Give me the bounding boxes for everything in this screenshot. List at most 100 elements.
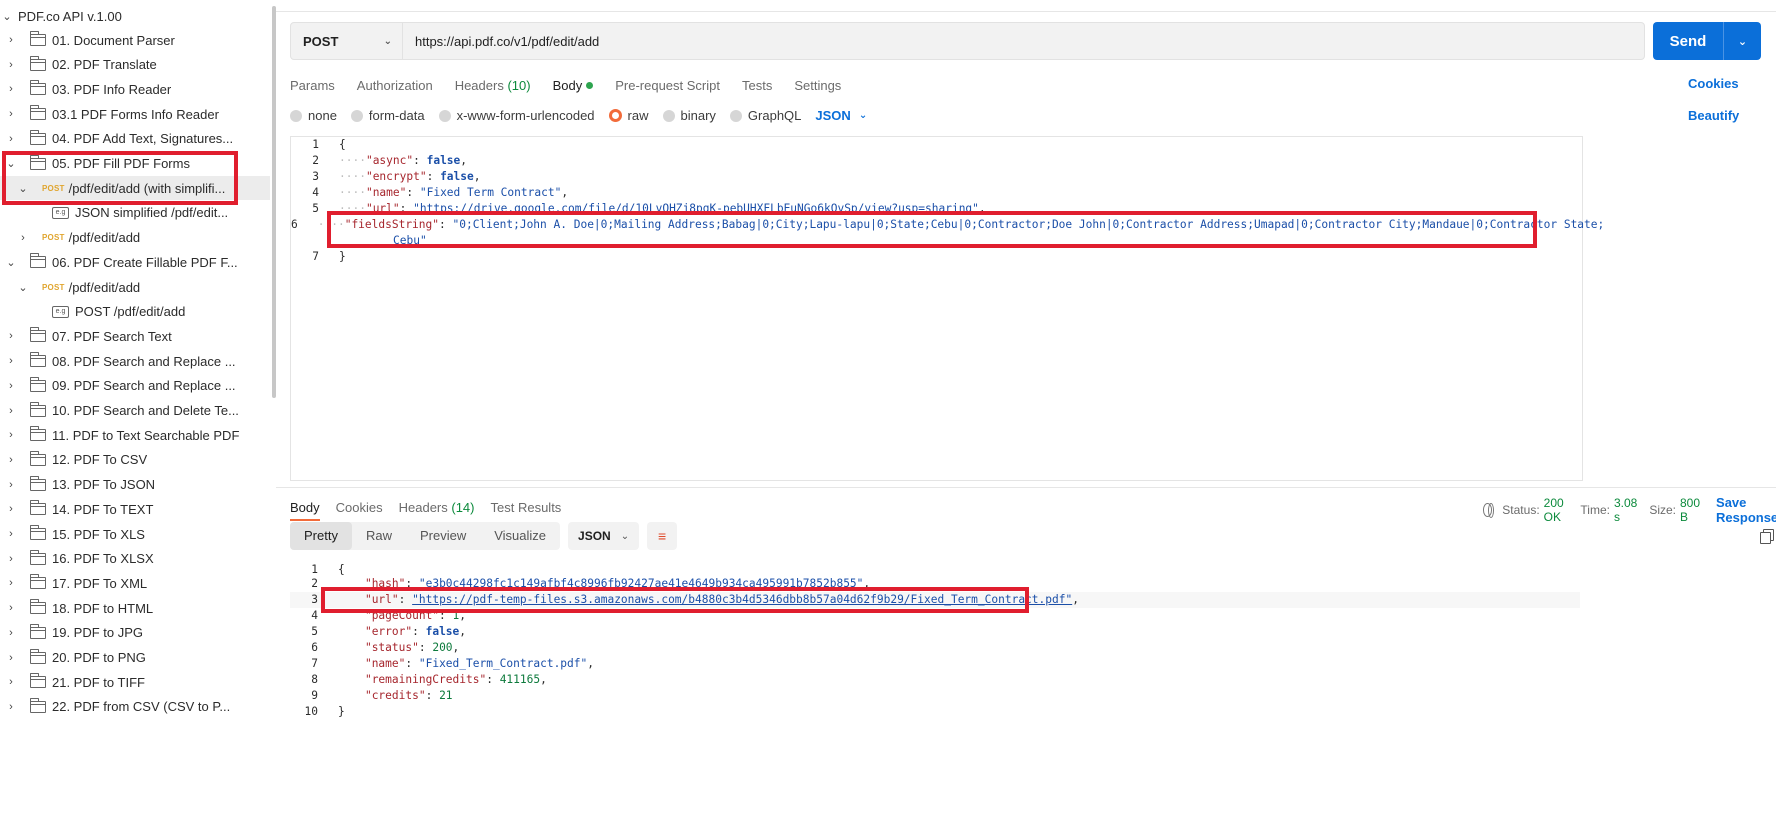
sidebar-folder[interactable]: › 10. PDF Search and Delete Te...: [0, 399, 270, 423]
sidebar-folder[interactable]: › 02. PDF Translate: [0, 53, 270, 77]
tab-params[interactable]: Params: [290, 78, 335, 93]
sidebar-request[interactable]: ⌄ POST/pdf/edit/add: [0, 275, 270, 299]
chevron-right-icon[interactable]: ›: [4, 429, 18, 441]
sidebar-folder[interactable]: › 19. PDF to JPG: [0, 621, 270, 645]
response-format-select[interactable]: JSON ⌄: [568, 522, 640, 550]
chevron-right-icon[interactable]: ›: [4, 108, 18, 120]
json-key: "encrypt": [365, 170, 427, 183]
body-type-urlencoded[interactable]: x-www-form-urlencoded: [438, 108, 595, 123]
tab-headers[interactable]: Headers (10): [455, 78, 531, 93]
sidebar-folder[interactable]: › 18. PDF to HTML: [0, 596, 270, 620]
chevron-right-icon[interactable]: ›: [4, 34, 18, 46]
body-type-graphql[interactable]: GraphQL: [729, 108, 801, 123]
view-raw[interactable]: Raw: [352, 522, 406, 550]
chevron-right-icon[interactable]: ›: [4, 83, 18, 95]
sidebar-folder[interactable]: › 15. PDF To XLS: [0, 522, 270, 546]
sidebar-folder[interactable]: › 08. PDF Search and Replace ...: [0, 349, 270, 373]
sidebar-folder[interactable]: › 21. PDF to TIFF: [0, 670, 270, 694]
sidebar-folder[interactable]: › 13. PDF To JSON: [0, 473, 270, 497]
sidebar-example[interactable]: e.g POST /pdf/edit/add: [0, 300, 270, 324]
chevron-right-icon[interactable]: ›: [4, 652, 18, 664]
sidebar-folder[interactable]: › 03.1 PDF Forms Info Reader: [0, 102, 270, 126]
status-value[interactable]: 200 OK: [1544, 496, 1569, 524]
sidebar-request[interactable]: › POST/pdf/edit/add: [0, 226, 270, 250]
save-response-button[interactable]: Save Response⌄: [1716, 495, 1776, 525]
sidebar-folder[interactable]: › 17. PDF To XML: [0, 571, 270, 595]
sidebar-folder[interactable]: › 01. Document Parser: [0, 28, 270, 52]
body-type-raw[interactable]: raw: [608, 108, 649, 123]
chevron-right-icon[interactable]: ›: [4, 59, 18, 71]
wrap-lines-button[interactable]: ≡: [647, 522, 678, 550]
tab-authorization[interactable]: Authorization: [357, 78, 433, 93]
chevron-right-icon[interactable]: ›: [4, 503, 18, 515]
copy-icon[interactable]: [1760, 529, 1774, 544]
time-value[interactable]: 3.08 s: [1614, 496, 1637, 524]
body-format-select[interactable]: JSON ⌄: [815, 108, 867, 123]
sidebar-folder[interactable]: › 03. PDF Info Reader: [0, 77, 270, 101]
sidebar-request[interactable]: ⌄ POST/pdf/edit/add (with simplifi...: [0, 176, 270, 201]
tab-body[interactable]: Body: [553, 78, 594, 93]
chevron-right-icon[interactable]: ›: [4, 701, 18, 713]
sidebar-example[interactable]: e.g JSON simplified /pdf/edit...: [0, 201, 270, 225]
chevron-right-icon[interactable]: ›: [4, 355, 18, 367]
sidebar-folder[interactable]: › 12. PDF To CSV: [0, 448, 270, 472]
network-globe-icon[interactable]: [1483, 503, 1495, 518]
chevron-right-icon[interactable]: ›: [4, 553, 18, 565]
sidebar-folder[interactable]: › 11. PDF to Text Searchable PDF: [0, 423, 270, 447]
chevron-right-icon[interactable]: ›: [4, 133, 18, 145]
chevron-down-icon[interactable]: ⌄: [4, 256, 18, 269]
collection-root[interactable]: ⌄ PDF.co API v.1.00: [0, 4, 270, 28]
example-icon: e.g: [52, 305, 69, 318]
sidebar-folder[interactable]: › 04. PDF Add Text, Signatures...: [0, 127, 270, 151]
chevron-right-icon[interactable]: ›: [16, 232, 30, 244]
beautify-link[interactable]: Beautify: [1688, 108, 1739, 123]
chevron-down-icon[interactable]: ⌄: [16, 281, 30, 294]
sidebar-folder[interactable]: › 22. PDF from CSV (CSV to P...: [0, 695, 270, 719]
view-visualize[interactable]: Visualize: [480, 522, 560, 550]
sidebar-folder[interactable]: › 16. PDF To XLSX: [0, 547, 270, 571]
json-url-link[interactable]: "https://pdf-temp-files.s3.amazonaws.com…: [412, 593, 1072, 606]
chevron-right-icon[interactable]: ›: [4, 454, 18, 466]
url-input[interactable]: [403, 23, 1644, 59]
body-type-form-data[interactable]: form-data: [350, 108, 425, 123]
tab-tests[interactable]: Tests: [742, 78, 772, 93]
send-options-chevron-icon[interactable]: ⌄: [1724, 35, 1761, 48]
resp-tab-cookies[interactable]: Cookies: [336, 500, 383, 515]
send-button[interactable]: Send ⌄: [1653, 22, 1761, 60]
json-comma: ,: [978, 202, 986, 215]
view-pretty[interactable]: Pretty: [290, 522, 352, 550]
resp-tab-test-results[interactable]: Test Results: [491, 500, 562, 515]
cookies-link[interactable]: Cookies: [1688, 76, 1739, 91]
chevron-down-icon[interactable]: ⌄: [16, 182, 30, 195]
body-type-none[interactable]: none: [290, 108, 337, 123]
folder-icon: [30, 376, 46, 392]
chevron-right-icon[interactable]: ›: [4, 627, 18, 639]
chevron-down-icon[interactable]: ⌄: [4, 157, 18, 170]
chevron-right-icon[interactable]: ›: [4, 380, 18, 392]
sidebar-folder[interactable]: ⌄ 05. PDF Fill PDF Forms: [0, 152, 270, 176]
response-body-viewer[interactable]: 1{ 2 "hash": "e3b0c44298fc1c149afbf4c899…: [290, 562, 1580, 822]
chevron-right-icon[interactable]: ›: [4, 479, 18, 491]
tab-settings[interactable]: Settings: [794, 78, 841, 93]
pane-divider[interactable]: [276, 487, 1776, 488]
view-preview[interactable]: Preview: [406, 522, 480, 550]
size-value[interactable]: 800 B: [1680, 496, 1700, 524]
request-body-editor[interactable]: 1{ 2 ····"async": false, 3 ····"encrypt": …: [290, 136, 1604, 481]
sidebar-folder[interactable]: ⌄ 06. PDF Create Fillable PDF F...: [0, 250, 270, 274]
chevron-right-icon[interactable]: ›: [4, 330, 18, 342]
chevron-right-icon[interactable]: ›: [4, 676, 18, 688]
method-select[interactable]: POST ⌄: [291, 23, 403, 59]
tab-prerequest-script[interactable]: Pre-request Script: [615, 78, 720, 93]
resp-tab-body[interactable]: Body: [290, 500, 320, 521]
chevron-right-icon[interactable]: ›: [4, 577, 18, 589]
sidebar-folder[interactable]: › 14. PDF To TEXT: [0, 497, 270, 521]
body-type-binary[interactable]: binary: [662, 108, 716, 123]
chevron-right-icon[interactable]: ›: [4, 405, 18, 417]
chevron-right-icon[interactable]: ›: [4, 602, 18, 614]
chevron-down-icon[interactable]: ⌄: [0, 10, 14, 23]
sidebar-folder[interactable]: › 20. PDF to PNG: [0, 646, 270, 670]
chevron-right-icon[interactable]: ›: [4, 528, 18, 540]
resp-tab-headers[interactable]: Headers (14): [399, 500, 475, 515]
sidebar-folder[interactable]: › 07. PDF Search Text: [0, 324, 270, 348]
sidebar-folder[interactable]: › 09. PDF Search and Replace ...: [0, 374, 270, 398]
